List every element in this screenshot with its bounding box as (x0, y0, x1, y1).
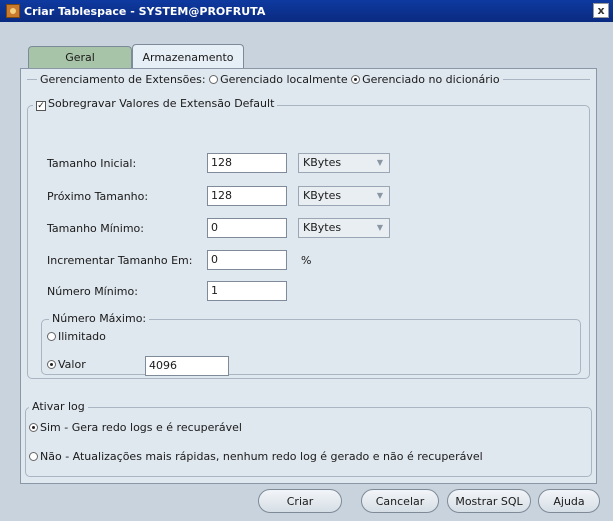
initial-size-unit-select[interactable]: KBytes ▼ (298, 153, 390, 173)
min-size-input[interactable]: 0 (207, 218, 287, 238)
override-checkbox[interactable]: ✓ (36, 101, 46, 111)
window-title: Criar Tablespace - SYSTEM@PROFRUTA (24, 4, 266, 18)
override-label: Sobregravar Valores de Extensão Default (48, 97, 275, 110)
show-sql-button[interactable]: Mostrar SQL (447, 489, 531, 513)
extent-local-option[interactable]: Gerenciado localmente (209, 73, 348, 86)
override-legend[interactable]: ✓ Sobregravar Valores de Extensão Default (33, 97, 278, 111)
tab-armazenamento[interactable]: Armazenamento (132, 44, 244, 69)
logging-no-radio[interactable] (29, 452, 38, 461)
unlimited-label: Ilimitado (58, 330, 106, 343)
max-extents-group (41, 319, 581, 375)
extent-dict-radio[interactable] (351, 75, 361, 84)
chevron-down-icon: ▼ (376, 158, 383, 167)
logging-no-label: Não - Atualizações mais rápidas, nenhum … (40, 450, 483, 463)
max-value-input[interactable]: 4096 (145, 356, 229, 376)
initial-size-label: Tamanho Inicial: (47, 157, 137, 170)
dialog-client-area: Geral Armazenamento Gerenciamento de Ext… (0, 22, 613, 521)
min-extents-label: Número Mínimo: (47, 285, 138, 298)
dialog-window: Criar Tablespace - SYSTEM@PROFRUTA x Ger… (0, 0, 613, 521)
extent-mgmt-row: Gerenciamento de Extensões: Gerenciado l… (37, 73, 503, 86)
extent-local-label: Gerenciado localmente (220, 73, 348, 86)
tab-geral[interactable]: Geral (28, 46, 132, 68)
chevron-down-icon: ▼ (376, 223, 383, 232)
next-size-unit-select[interactable]: KBytes ▼ (298, 186, 390, 206)
increment-label: Incrementar Tamanho Em: (47, 254, 193, 267)
cancel-button[interactable]: Cancelar (361, 489, 439, 513)
increment-input[interactable]: 0 (207, 250, 287, 270)
title-bar: Criar Tablespace - SYSTEM@PROFRUTA x (0, 0, 613, 22)
next-size-input[interactable]: 128 (207, 186, 287, 206)
initial-size-unit: KBytes (303, 156, 342, 169)
help-button[interactable]: Ajuda (538, 489, 600, 513)
min-size-unit: KBytes (303, 221, 342, 234)
extent-mgmt-label: Gerenciamento de Extensões: (40, 73, 206, 86)
tablespace-app-icon (6, 4, 20, 18)
max-value-option[interactable]: Valor (47, 358, 86, 371)
logging-yes-option[interactable]: Sim - Gera redo logs e é recuperável (29, 421, 242, 434)
min-size-unit-select[interactable]: KBytes ▼ (298, 218, 390, 238)
extent-local-radio[interactable] (209, 75, 219, 84)
increment-unit: % (301, 254, 312, 267)
next-size-label: Próximo Tamanho: (47, 190, 149, 203)
max-value-label: Valor (58, 358, 86, 371)
min-extents-input[interactable]: 1 (207, 281, 287, 301)
create-button[interactable]: Criar (258, 489, 342, 513)
extent-dict-option[interactable]: Gerenciado no dicionário (351, 73, 500, 86)
min-size-label: Tamanho Mínimo: (47, 222, 144, 235)
logging-legend: Ativar log (29, 400, 88, 413)
chevron-down-icon: ▼ (376, 191, 383, 200)
logging-yes-radio[interactable] (29, 423, 38, 432)
initial-size-input[interactable]: 128 (207, 153, 287, 173)
unlimited-radio[interactable] (47, 332, 56, 341)
next-size-unit: KBytes (303, 189, 342, 202)
extent-dict-label: Gerenciado no dicionário (362, 73, 500, 86)
max-value-radio[interactable] (47, 360, 56, 369)
close-button[interactable]: x (593, 3, 609, 18)
max-extents-legend: Número Máximo: (49, 312, 150, 325)
logging-no-option[interactable]: Não - Atualizações mais rápidas, nenhum … (29, 450, 483, 463)
unlimited-option[interactable]: Ilimitado (47, 330, 106, 343)
logging-group (25, 407, 592, 477)
logging-yes-label: Sim - Gera redo logs e é recuperável (40, 421, 242, 434)
storage-panel: Gerenciamento de Extensões: Gerenciado l… (20, 68, 597, 484)
